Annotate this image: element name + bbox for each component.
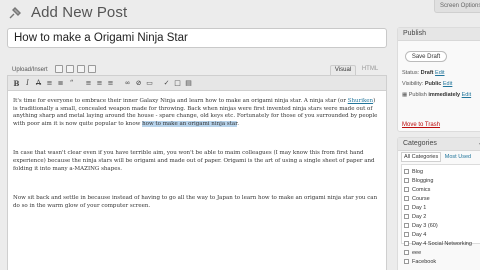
add-audio-icon[interactable] [77,65,85,73]
paragraph-1-end: . [237,120,239,127]
category-checkbox[interactable] [404,250,409,255]
more-tag-icon[interactable]: ▭ [145,79,154,88]
visibility-edit-link[interactable]: Edit [443,81,452,87]
publish-edit-link[interactable]: Edit [462,92,471,98]
tab-html[interactable]: HTML [358,65,382,75]
category-item[interactable]: Day 4 [404,230,480,239]
spellcheck-icon[interactable]: ✓ [162,79,171,88]
visibility-line: Visibility: Public Edit [402,81,453,87]
add-media-icon[interactable] [88,65,96,73]
category-item[interactable]: Day 1 [404,203,480,212]
italic-icon[interactable]: I [23,79,32,88]
calendar-icon: ▦ [402,92,409,98]
category-checkbox[interactable] [404,214,409,219]
numbered-list-icon[interactable]: ≣ [56,79,65,88]
tab-all-categories[interactable]: All Categories [401,152,442,162]
category-list: Blog Blogging Comics Course Day 1 Day 2 … [401,164,480,265]
status-line: Status: Draft Edit [402,70,445,76]
status-edit-link[interactable]: Edit [435,70,444,76]
post-title-input[interactable]: How to make a Origami Ninja Star [7,28,387,48]
upload-insert-label: Upload/Insert [12,67,48,73]
category-item[interactable]: Blog [404,167,480,176]
category-item[interactable]: Blogging [404,176,480,185]
paragraph-1: It's time for everyone to embrace their … [13,98,381,128]
category-checkbox[interactable] [404,178,409,183]
align-center-icon[interactable]: ≡ [95,79,104,88]
link-icon[interactable]: ∞ [123,79,132,88]
publish-box-title: Publish [398,28,480,41]
align-left-icon[interactable]: ≡ [84,79,93,88]
category-checkbox[interactable] [404,205,409,210]
editor-content[interactable]: It's time for everyone to embrace their … [13,98,381,232]
publish-box: Publish Save Draft Status: Draft Edit Vi… [397,27,480,132]
media-buttons [55,65,96,73]
editor-toolbar: B I A ≡ ≣ “ ≡ ≡ ≡ ∞ ⊘ ▭ ✓ □ ▤ [8,76,386,91]
tab-most-used[interactable]: Most Used [443,153,473,161]
category-item[interactable]: eee [404,248,480,257]
bold-icon[interactable]: B [12,79,21,88]
paragraph-1-start: It's time for everyone to embrace their … [13,98,348,104]
sidebar: Publish Save Draft Status: Draft Edit Vi… [397,22,480,270]
category-item[interactable]: Day 2 [404,212,480,221]
kitchen-sink-icon[interactable]: ▤ [184,79,193,88]
category-checkbox[interactable] [404,223,409,228]
shuriken-link[interactable]: Shuriken [348,98,373,104]
fullscreen-icon[interactable]: □ [173,79,182,88]
post-pin-icon [9,7,21,19]
page-title: Add New Post [31,4,128,21]
publish-time-line: ▦ Publish immediately Edit [402,92,472,98]
paragraph-2: In case that wasn't clear even if you ha… [13,150,375,172]
selected-text[interactable]: how to make an origami ninja star [142,120,238,127]
tab-visual[interactable]: Visual [330,65,356,75]
category-item[interactable]: Course [404,194,480,203]
category-checkbox[interactable] [404,232,409,237]
category-item[interactable]: Facebook [404,257,480,266]
category-item[interactable]: Comics [404,185,480,194]
unlink-icon[interactable]: ⊘ [134,79,143,88]
bullet-list-icon[interactable]: ≡ [45,79,54,88]
add-video-icon[interactable] [66,65,74,73]
category-item[interactable]: Day 4 Social Networking [404,239,480,248]
blockquote-icon[interactable]: “ [67,79,76,88]
category-item[interactable]: Day 3 (60) [404,221,480,230]
category-tabs: All Categories Most Used [401,152,473,162]
post-editor[interactable]: B I A ≡ ≣ “ ≡ ≡ ≡ ∞ ⊘ ▭ ✓ □ ▤ It's time … [7,75,387,270]
strikethrough-icon[interactable]: A [34,79,43,88]
categories-box-title: Categories [398,138,480,151]
category-checkbox[interactable] [404,196,409,201]
add-image-icon[interactable] [55,65,63,73]
paragraph-3: Now sit back and settle in because inste… [13,195,378,209]
category-checkbox[interactable] [404,241,409,246]
save-draft-button[interactable]: Save Draft [405,51,447,62]
category-checkbox[interactable] [404,259,409,264]
categories-box: Categories ▾ All Categories Most Used Bl… [397,137,480,270]
move-to-trash-link[interactable]: Move to Trash [402,122,440,128]
category-checkbox[interactable] [404,169,409,174]
category-checkbox[interactable] [404,187,409,192]
screen-options-button[interactable]: Screen Options ▾ [434,0,480,13]
align-right-icon[interactable]: ≡ [106,79,115,88]
